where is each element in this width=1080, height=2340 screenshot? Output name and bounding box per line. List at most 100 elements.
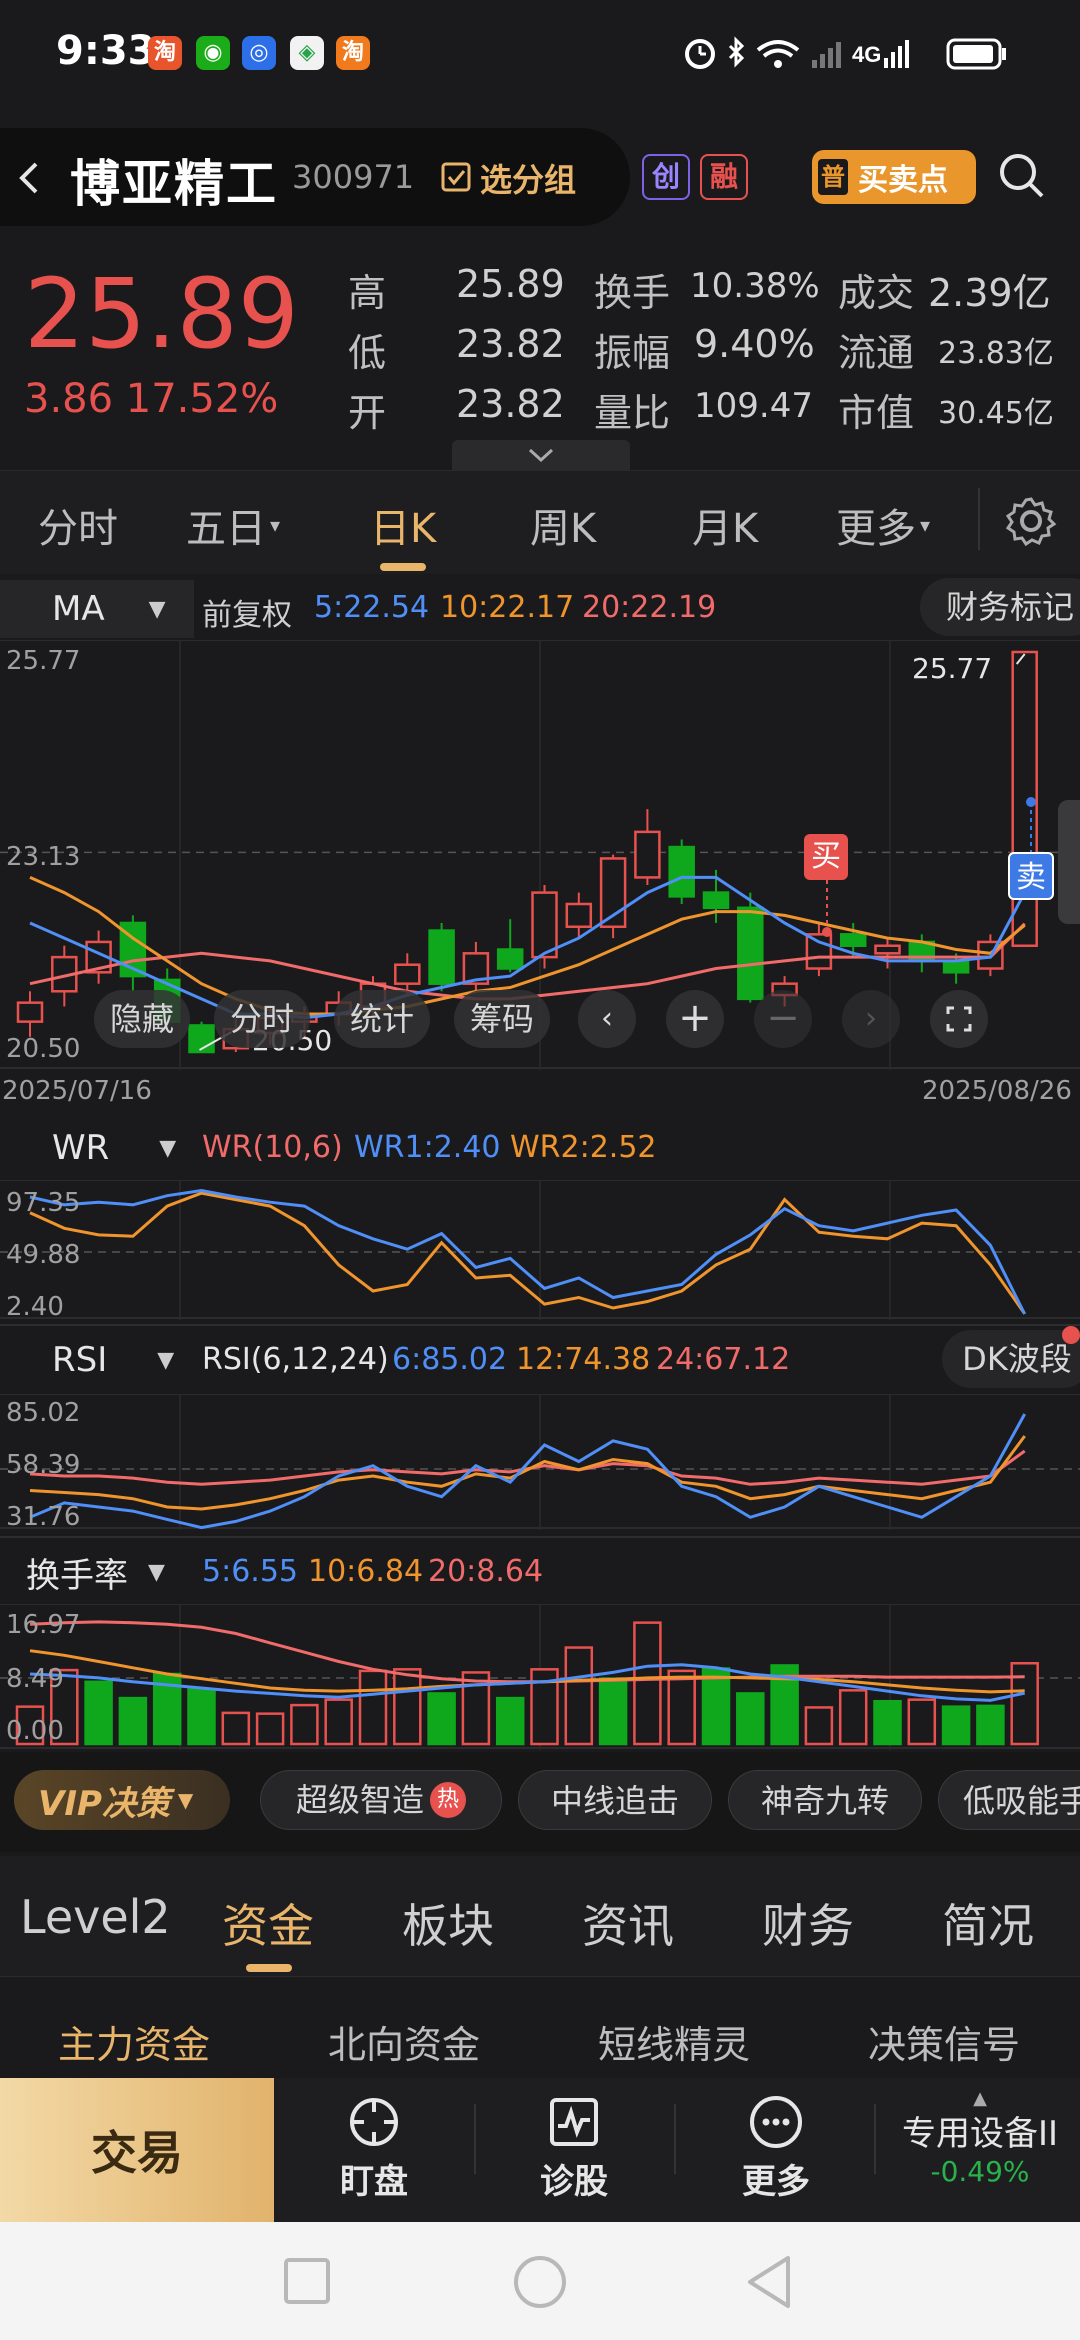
dock-divider bbox=[874, 2104, 876, 2174]
more-button[interactable]: 更多 bbox=[728, 2094, 824, 2203]
turnover-bar bbox=[427, 1692, 456, 1746]
tab-monthly-k[interactable]: 月K bbox=[692, 496, 758, 554]
search-icon[interactable] bbox=[996, 150, 1046, 204]
rsi-selector[interactable]: RSI ▼ bbox=[0, 1328, 194, 1392]
tab-weekly-k[interactable]: 周K bbox=[530, 496, 596, 554]
ma10-value: 10:22.17 bbox=[440, 590, 575, 625]
zoom-out-icon[interactable]: − bbox=[754, 990, 812, 1048]
rsi-chart[interactable] bbox=[0, 1394, 1080, 1530]
battery-icon bbox=[946, 38, 1006, 70]
ma-selector-label: MA bbox=[52, 589, 105, 629]
chart-drawer-handle[interactable] bbox=[1058, 800, 1080, 924]
vip-decision-label: VIP决策 bbox=[38, 1783, 170, 1824]
amplitude-value: 9.40% bbox=[694, 322, 815, 366]
crosshair-icon bbox=[350, 2098, 398, 2146]
back-nav-icon[interactable] bbox=[744, 2254, 794, 2310]
tab-profile[interactable]: 简况 bbox=[942, 1890, 1034, 1956]
trade-button[interactable]: 交易 bbox=[0, 2078, 274, 2222]
low-value: 23.82 bbox=[456, 322, 565, 366]
turnover-value: 10.38% bbox=[690, 266, 820, 306]
statistics-tool-button[interactable]: 统计 bbox=[334, 990, 430, 1048]
turnover-bar bbox=[736, 1692, 765, 1746]
strategy-super-manufacturing[interactable]: 超级智造 热 bbox=[260, 1770, 502, 1830]
bluetooth-icon bbox=[728, 36, 745, 68]
checkbox-icon bbox=[441, 162, 471, 192]
strategy-low-buy[interactable]: 低吸能手 bbox=[938, 1770, 1080, 1830]
subtab-northbound[interactable]: 北向资金 bbox=[328, 2014, 480, 2069]
turnover-y-bottom: 0.00 bbox=[6, 1716, 64, 1746]
candle bbox=[531, 885, 558, 969]
tab-five-day[interactable]: 五日 ▾ bbox=[186, 496, 280, 554]
watch-button[interactable]: 盯盘 bbox=[326, 2094, 422, 2203]
tab-finance[interactable]: 财务 bbox=[762, 1890, 854, 1956]
settings-gear-icon[interactable] bbox=[1004, 494, 1058, 548]
turnover-bar bbox=[324, 1698, 353, 1746]
back-icon[interactable] bbox=[14, 158, 44, 198]
wr-selector-label: WR bbox=[52, 1128, 110, 1168]
sector-name: 专用设备II bbox=[901, 2114, 1059, 2154]
intraday-tool-button[interactable]: 分时 bbox=[214, 990, 310, 1048]
tab-funds[interactable]: 资金 bbox=[222, 1890, 314, 1956]
home-icon[interactable] bbox=[512, 2254, 568, 2310]
turnover-bar bbox=[358, 1669, 388, 1746]
turnover-bar bbox=[290, 1703, 319, 1746]
subtab-short-term[interactable]: 短线精灵 bbox=[598, 2014, 750, 2069]
expand-quote-button[interactable] bbox=[452, 440, 630, 470]
wr-selector[interactable]: WR ▼ bbox=[0, 1116, 194, 1180]
stock-name[interactable]: 博亚精工 bbox=[70, 144, 278, 216]
taobao-icon: 淘 bbox=[148, 36, 182, 70]
recent-apps-icon[interactable] bbox=[282, 2256, 332, 2306]
watch-label: 盯盘 bbox=[340, 2162, 408, 2202]
tab-more[interactable]: 更多 ▾ bbox=[836, 496, 930, 554]
rsi12-line bbox=[29, 1435, 1026, 1511]
high-label: 高 bbox=[348, 271, 387, 315]
fullscreen-icon[interactable] bbox=[930, 990, 988, 1048]
turnover-bar bbox=[255, 1712, 285, 1746]
tab-sector[interactable]: 板块 bbox=[402, 1890, 494, 1956]
hide-tool-button[interactable]: 隐藏 bbox=[94, 990, 190, 1048]
turnover-chart[interactable] bbox=[0, 1604, 1080, 1750]
turnover-selector[interactable]: 换手率 ▼ bbox=[0, 1540, 194, 1604]
chevron-left-icon[interactable]: ‹ bbox=[578, 990, 636, 1048]
tab-five-day-label: 五日 bbox=[186, 506, 266, 552]
low-label: 低 bbox=[348, 331, 387, 375]
caret-up-icon: ▲ bbox=[973, 2088, 987, 2109]
rsi24-value: 24:67.12 bbox=[656, 1342, 791, 1377]
zoom-in-icon[interactable]: + bbox=[666, 990, 724, 1048]
diagnose-button[interactable]: 诊股 bbox=[526, 2094, 622, 2203]
alarm-icon bbox=[685, 39, 715, 69]
tab-intraday[interactable]: 分时 bbox=[38, 496, 118, 554]
tab-daily-k[interactable]: 日K bbox=[370, 496, 436, 554]
rsi-y-bottom: 31.76 bbox=[6, 1502, 81, 1532]
subtab-main-funds[interactable]: 主力资金 bbox=[58, 2014, 210, 2069]
more-label: 更多 bbox=[742, 2162, 810, 2202]
dk-band-button[interactable]: DK波段 bbox=[942, 1330, 1080, 1388]
strategy-magic-nine[interactable]: 神奇九转 bbox=[728, 1770, 922, 1830]
chips-tool-button[interactable]: 筹码 bbox=[454, 990, 550, 1048]
market-cap-label: 市值 bbox=[838, 391, 915, 435]
svg-text:4G: 4G bbox=[852, 42, 881, 67]
tab-news[interactable]: 资讯 bbox=[582, 1890, 674, 1956]
buy-sell-point-button[interactable]: 普 买卖点 bbox=[812, 150, 976, 204]
tab-level2[interactable]: Level2 bbox=[20, 1890, 171, 1944]
rsi24-line bbox=[29, 1449, 1026, 1486]
sector-quote-button[interactable]: ▲ 专用设备II -0.49% bbox=[882, 2088, 1078, 2189]
candle bbox=[428, 922, 455, 992]
select-group-button[interactable]: 选分组 bbox=[440, 155, 576, 201]
caret-down-icon: ▼ bbox=[148, 596, 166, 622]
chevron-right-icon[interactable]: › bbox=[842, 990, 900, 1048]
rsi-y-mid: 58.39 bbox=[6, 1450, 81, 1480]
adjust-mode[interactable]: 前复权 bbox=[202, 590, 292, 634]
turnover-bar bbox=[873, 1699, 902, 1746]
buy-signal-marker[interactable]: 买 bbox=[804, 834, 848, 880]
candle bbox=[462, 941, 490, 992]
strategy-midline[interactable]: 中线追击 bbox=[518, 1770, 712, 1830]
ma-selector[interactable]: MA ▼ bbox=[0, 580, 194, 638]
vip-decision-button[interactable]: VIP决策 ▼ bbox=[14, 1770, 230, 1830]
financial-marks-button[interactable]: 财务标记 bbox=[920, 578, 1080, 636]
subtab-signals[interactable]: 决策信号 bbox=[868, 2014, 1020, 2069]
wr-chart[interactable] bbox=[0, 1180, 1080, 1320]
candle bbox=[16, 991, 44, 1037]
sell-signal-marker[interactable]: 卖 bbox=[1008, 852, 1054, 900]
kline-y-top: 25.77 bbox=[6, 646, 81, 676]
